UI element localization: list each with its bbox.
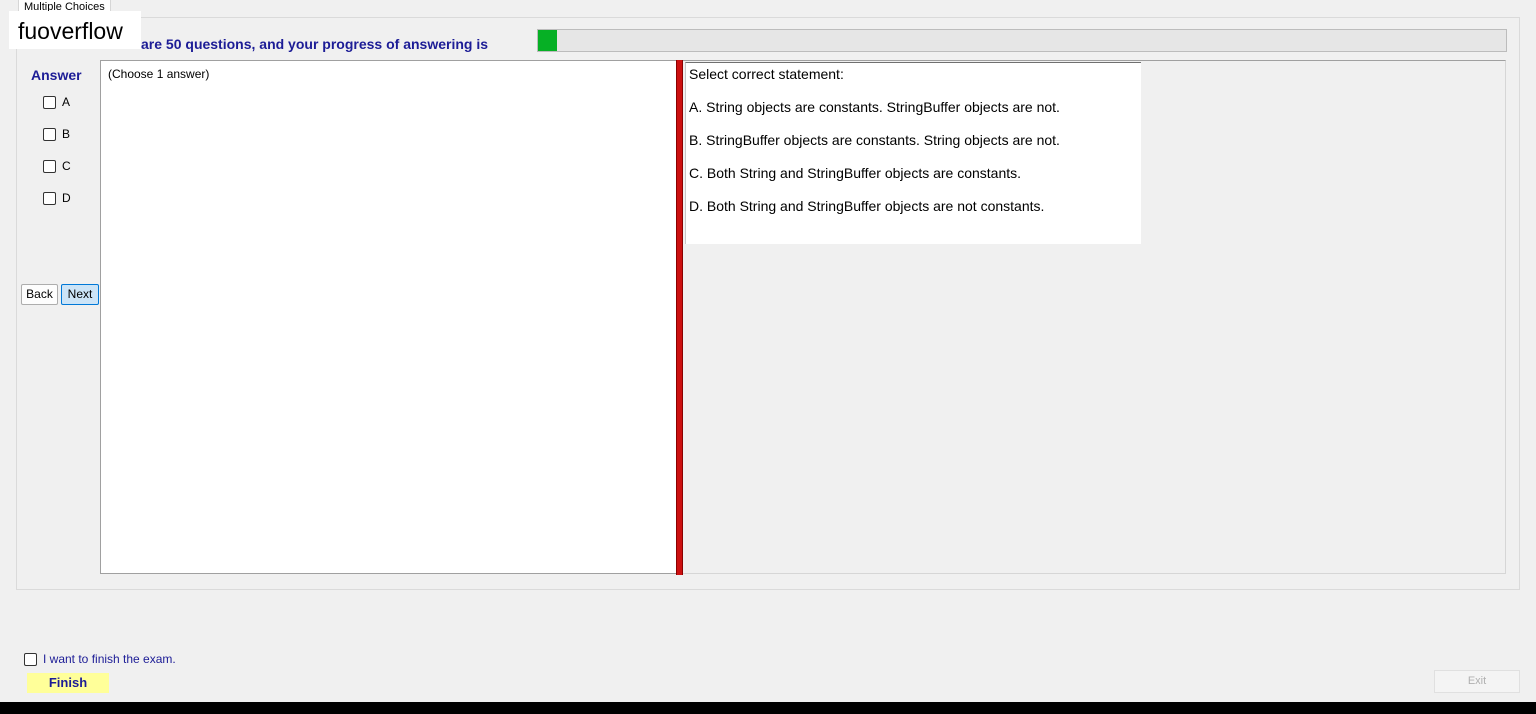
back-button[interactable]: Back — [21, 284, 58, 305]
question-option-a: A. String objects are constants. StringB… — [689, 99, 1060, 115]
answer-title: Answer — [31, 67, 82, 83]
pane-splitter[interactable] — [676, 60, 683, 575]
answer-choice-b[interactable]: B — [43, 126, 70, 142]
progress-fill — [538, 30, 558, 51]
answer-choice-label: C — [62, 159, 71, 173]
question-prompt: Select correct statement: — [689, 66, 844, 82]
finish-exam-checkbox[interactable]: I want to finish the exam. — [24, 652, 176, 666]
answer-choice-a[interactable]: A — [43, 94, 70, 110]
answer-choice-label: A — [62, 95, 71, 109]
finish-button[interactable]: Finish — [27, 673, 109, 693]
checkbox-icon[interactable] — [43, 159, 56, 173]
checkbox-icon[interactable] — [43, 191, 56, 205]
taskbar-strip — [0, 702, 1536, 714]
answer-instruction-pane: (Choose 1 answer) — [100, 60, 676, 574]
progress-text: There are 50 questions, and your progres… — [99, 36, 488, 52]
checkbox-icon[interactable] — [43, 95, 56, 109]
exit-button[interactable]: Exit — [1434, 670, 1520, 693]
question-option-c: C. Both String and StringBuffer objects … — [689, 165, 1022, 181]
question-option-b: B. StringBuffer objects are constants. S… — [689, 132, 1060, 148]
checkbox-icon[interactable] — [43, 127, 56, 141]
next-button[interactable]: Next — [61, 284, 99, 305]
progress-bar — [537, 29, 1507, 52]
question-text-box: Select correct statement: A. String obje… — [685, 62, 1141, 244]
checkbox-icon[interactable] — [24, 652, 37, 666]
answer-choice-c[interactable]: C — [43, 158, 71, 174]
question-option-d: D. Both String and StringBuffer objects … — [689, 198, 1045, 214]
answer-choice-label: B — [62, 127, 71, 141]
question-pane: Select correct statement: A. String obje… — [683, 60, 1506, 574]
finish-exam-label: I want to finish the exam. — [43, 652, 176, 666]
answer-choice-label: D — [62, 191, 71, 205]
choose-instruction: (Choose 1 answer) — [108, 67, 210, 81]
answer-choice-d[interactable]: D — [43, 190, 71, 206]
watermark-label: fuoverflow — [9, 11, 141, 49]
